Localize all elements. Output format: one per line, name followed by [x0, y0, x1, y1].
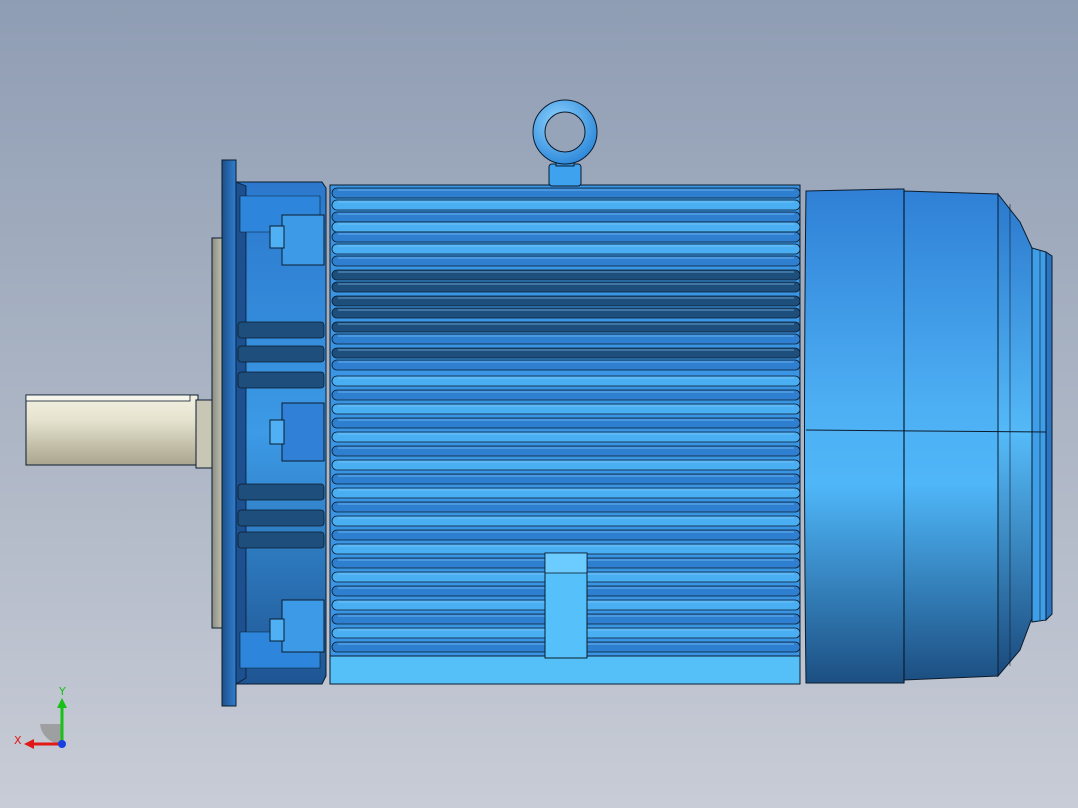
x-axis-label: X	[14, 734, 22, 747]
cooling-fin	[331, 269, 801, 281]
motor-3d-model[interactable]	[0, 0, 1078, 808]
cooling-fin	[331, 389, 801, 401]
vent-slot	[237, 321, 325, 339]
terminal-foot[interactable]	[544, 552, 588, 659]
vent-slot	[237, 345, 325, 363]
cooling-fin	[331, 487, 801, 499]
cooling-fin	[331, 295, 801, 307]
cooling-fin	[331, 515, 801, 527]
vent-slot	[237, 509, 325, 527]
cooling-fin	[331, 359, 801, 371]
fan-cover[interactable]	[804, 188, 1053, 684]
cooling-fin	[331, 417, 801, 429]
cooling-fin	[331, 187, 801, 199]
cooling-fin	[331, 211, 801, 223]
y-axis-label: Y	[58, 686, 66, 698]
flange[interactable]	[221, 159, 237, 707]
cooling-fin	[331, 333, 801, 345]
shaft[interactable]	[25, 394, 215, 469]
axis-triad[interactable]: Y X	[12, 686, 82, 756]
vent-slot	[237, 371, 325, 389]
cooling-fin	[331, 403, 801, 415]
vent-slot	[237, 483, 325, 501]
cooling-fin	[331, 243, 801, 255]
frame-base	[329, 655, 801, 685]
cooling-fin	[331, 221, 801, 233]
vent-slot	[237, 531, 325, 549]
cooling-fin	[331, 473, 801, 485]
cooling-fin	[331, 307, 801, 319]
y-axis-arrow-head	[57, 698, 67, 708]
cooling-fin	[331, 459, 801, 471]
cooling-fin	[331, 199, 801, 211]
cooling-fin	[331, 231, 801, 243]
cooling-fin	[331, 375, 801, 387]
cooling-fin	[331, 431, 801, 443]
cooling-fin	[331, 501, 801, 513]
triad-plane-icon	[40, 724, 62, 745]
cooling-fin	[331, 255, 801, 267]
cooling-fin	[331, 529, 801, 541]
x-axis-arrow-head	[24, 739, 34, 749]
eye-bolt[interactable]	[532, 99, 598, 187]
z-axis-dot	[58, 740, 66, 748]
cooling-fin	[331, 321, 801, 333]
cooling-fin	[331, 445, 801, 457]
cad-viewport[interactable]: Y X	[0, 0, 1078, 808]
cooling-fin	[331, 281, 801, 293]
cooling-fin	[331, 347, 801, 359]
